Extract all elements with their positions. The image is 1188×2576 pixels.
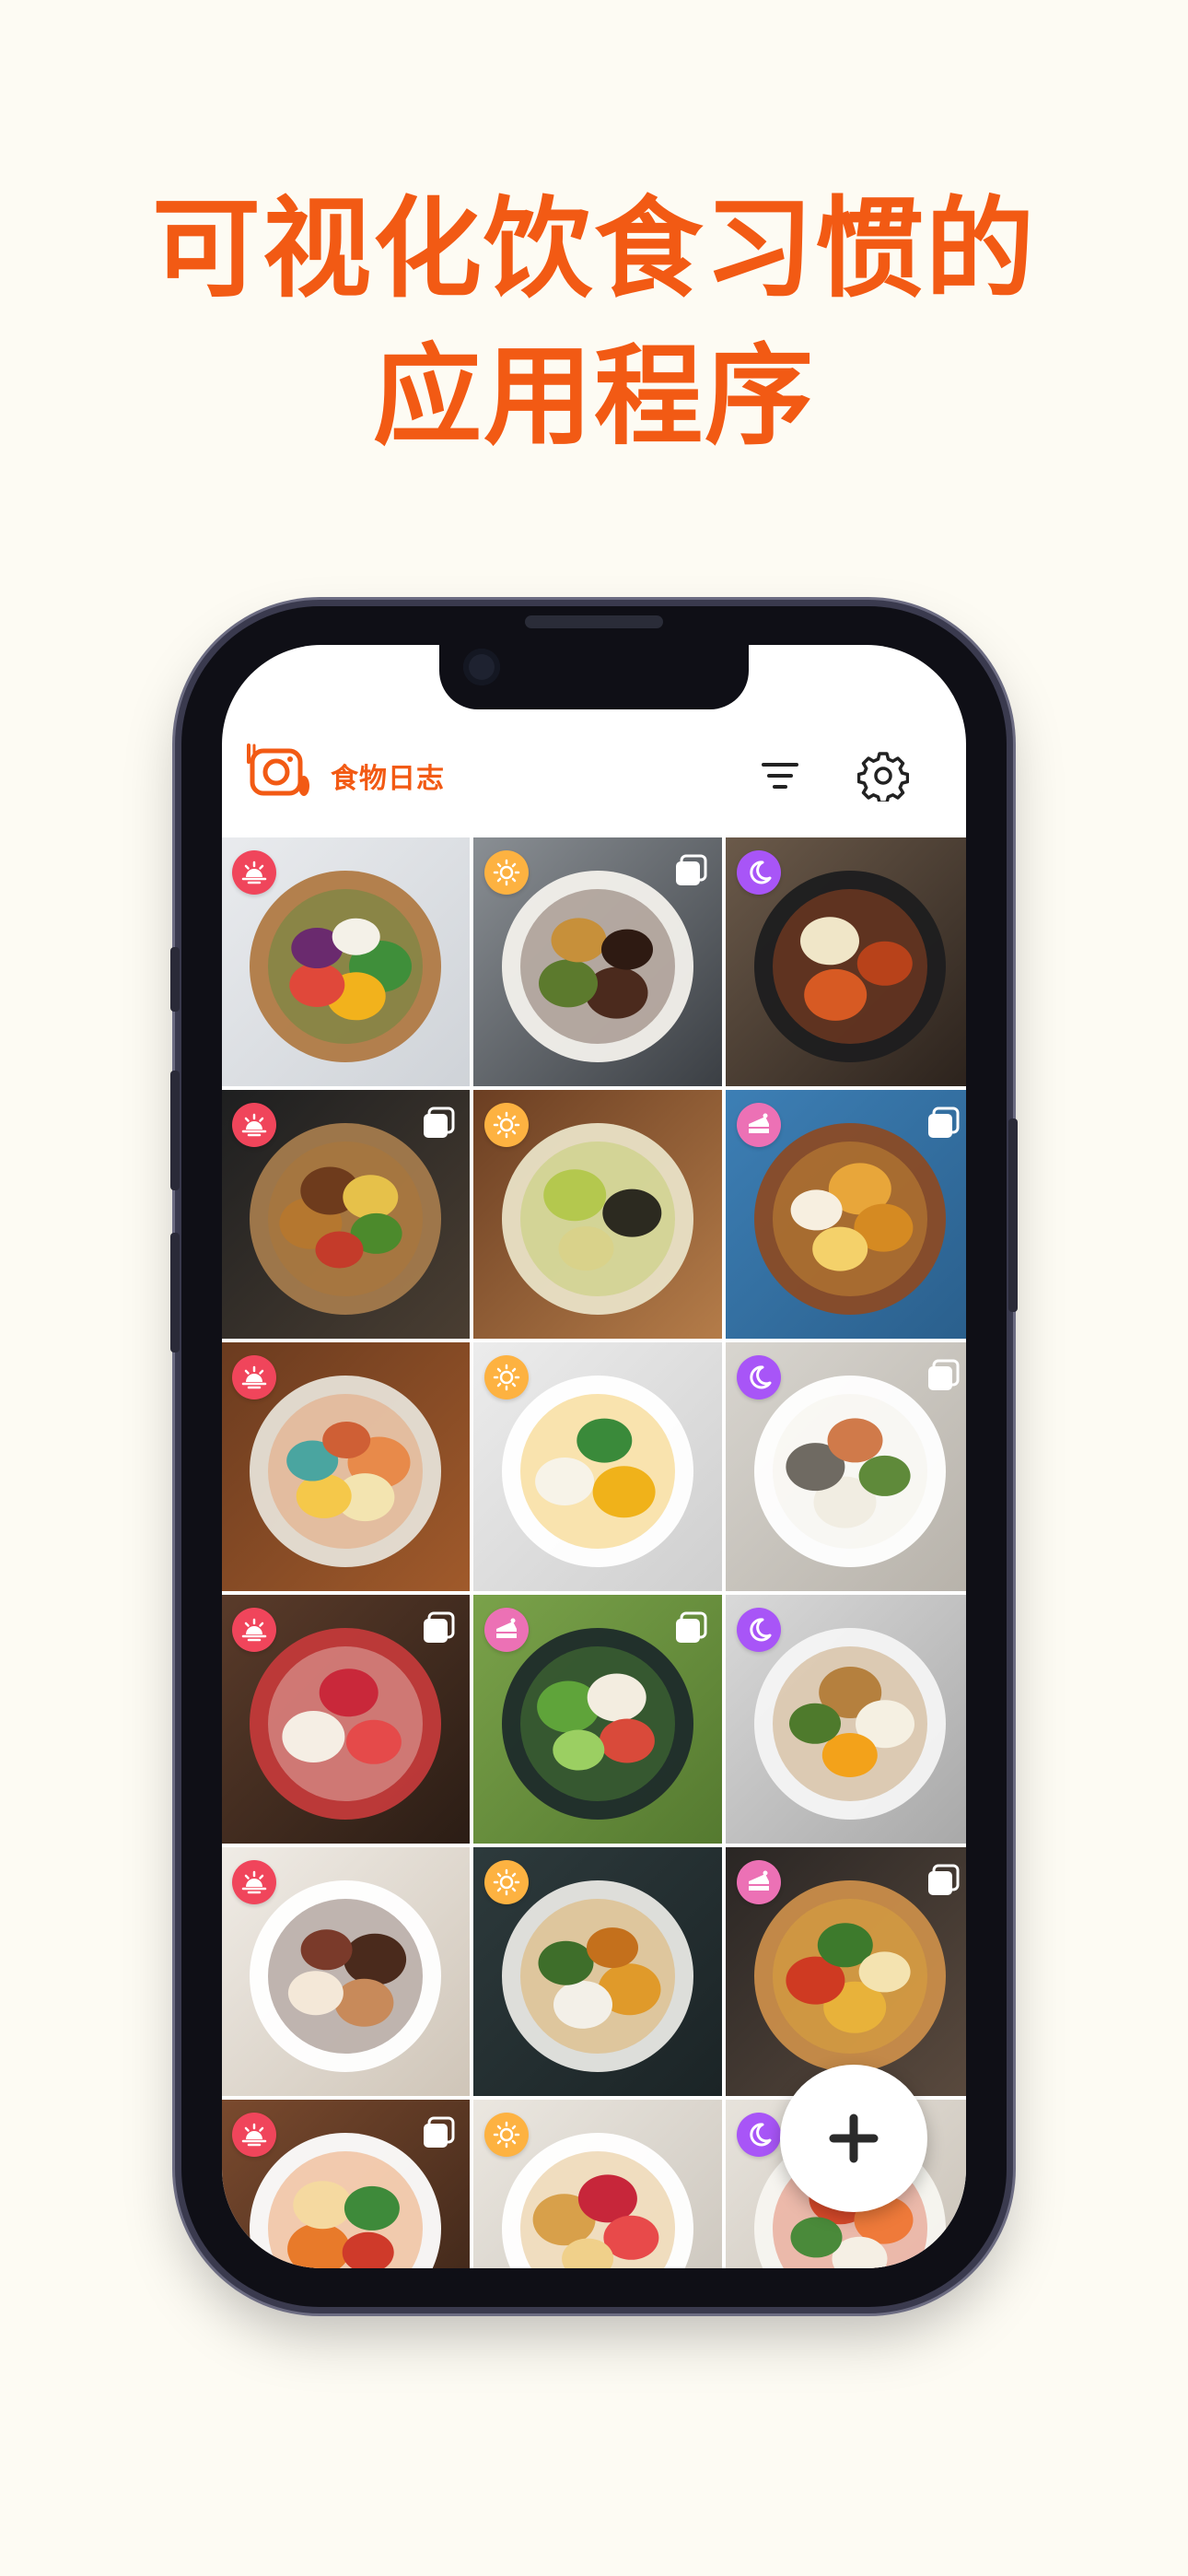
cake-icon <box>484 1608 529 1652</box>
photo-tile[interactable] <box>222 837 470 1086</box>
moon-icon <box>737 2113 781 2157</box>
moon-icon <box>737 1355 781 1399</box>
volume-up-button <box>170 1071 180 1190</box>
sunrise-icon <box>232 1608 276 1652</box>
app-title: 食物日志 <box>331 763 445 795</box>
sun-icon <box>484 850 529 895</box>
multiple-photos-icon <box>925 1862 961 1899</box>
sunrise-icon <box>232 2113 276 2157</box>
photo-tile[interactable] <box>726 837 966 1086</box>
cake-icon <box>737 1860 781 1904</box>
multiple-photos-icon <box>420 2114 457 2151</box>
photo-tile[interactable] <box>222 1342 470 1591</box>
filter-icon <box>762 763 798 789</box>
multiple-photos-icon <box>925 1357 961 1394</box>
photo-tile[interactable] <box>473 2100 722 2268</box>
photo-tile[interactable] <box>726 1595 966 1844</box>
photo-tile[interactable] <box>726 1090 966 1339</box>
notch <box>439 645 749 709</box>
photo-tile[interactable] <box>473 837 722 1086</box>
sun-icon <box>484 1103 529 1147</box>
photo-tile[interactable] <box>473 1595 722 1844</box>
app-header: 食物日志 <box>222 719 966 829</box>
front-camera <box>463 649 500 685</box>
sun-icon <box>484 1355 529 1399</box>
power-button <box>1008 1118 1018 1312</box>
moon-icon <box>737 1608 781 1652</box>
settings-button[interactable] <box>857 750 909 802</box>
photo-tile[interactable] <box>473 1090 722 1339</box>
sunrise-icon <box>232 1355 276 1399</box>
plus-icon <box>829 2113 879 2163</box>
photo-tile[interactable] <box>726 1847 966 2096</box>
filter-button[interactable] <box>754 750 806 802</box>
photo-grid <box>222 837 966 2268</box>
add-entry-button[interactable] <box>780 2065 927 2212</box>
sun-icon <box>484 1860 529 1904</box>
headline-line-1: 可视化饮食习惯的 <box>151 185 1036 312</box>
multiple-photos-icon <box>925 1105 961 1142</box>
gear-icon <box>857 752 909 802</box>
moon-icon <box>737 850 781 895</box>
phone-frame: 食物日志 <box>170 606 1018 2307</box>
photo-tile[interactable] <box>222 1847 470 2096</box>
speaker-grille <box>525 615 663 628</box>
volume-down-button <box>170 1233 180 1352</box>
camera-spoon-logo-icon <box>247 744 309 796</box>
multiple-photos-icon <box>672 1610 709 1646</box>
sun-icon <box>484 2113 529 2157</box>
headline: 可视化饮食习惯的 应用程序 <box>0 175 1188 470</box>
app-screen: 食物日志 <box>222 645 966 2268</box>
silent-switch <box>170 947 180 1012</box>
photo-tile[interactable] <box>726 1342 966 1591</box>
photo-tile[interactable] <box>473 1847 722 2096</box>
multiple-photos-icon <box>420 1610 457 1646</box>
sunrise-icon <box>232 1103 276 1147</box>
photo-tile[interactable] <box>222 1595 470 1844</box>
multiple-photos-icon <box>672 852 709 889</box>
sunrise-icon <box>232 1860 276 1904</box>
sunrise-icon <box>232 850 276 895</box>
photo-tile[interactable] <box>222 2100 470 2268</box>
cake-icon <box>737 1103 781 1147</box>
photo-tile[interactable] <box>473 1342 722 1591</box>
multiple-photos-icon <box>420 1105 457 1142</box>
headline-line-2: 应用程序 <box>372 333 815 460</box>
photo-tile[interactable] <box>222 1090 470 1339</box>
